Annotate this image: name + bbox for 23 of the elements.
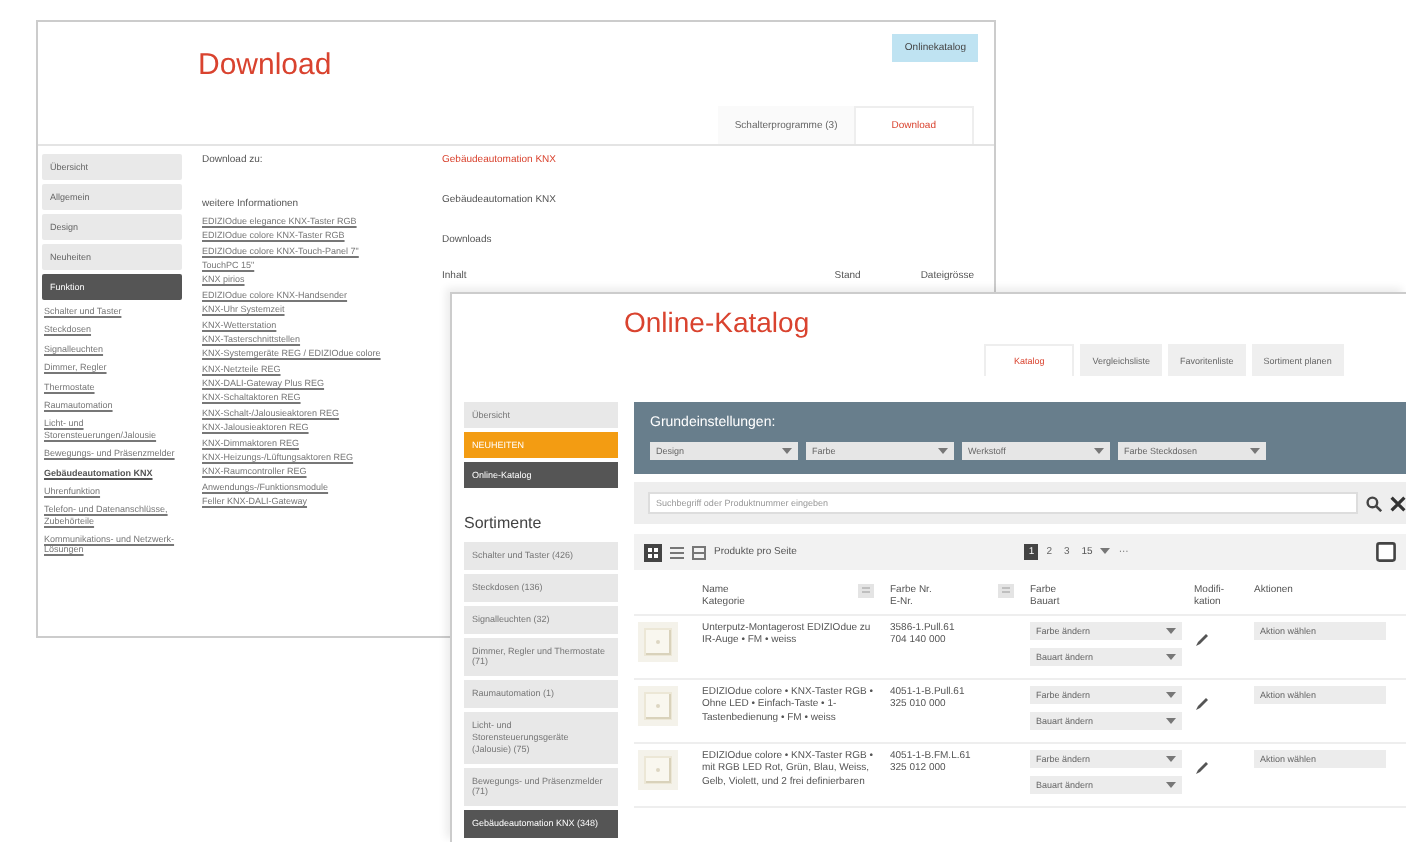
compare-icon[interactable] [1376,542,1396,562]
close-icon[interactable] [1390,495,1406,511]
list-view-icon[interactable] [670,545,684,559]
pencil-icon[interactable] [1194,760,1210,776]
caret-icon [1166,755,1176,763]
assortments-heading: Sortimente [464,514,544,532]
search-icon[interactable] [1366,495,1382,511]
table-view-icon[interactable] [692,545,706,559]
caret-icon [1100,548,1111,556]
page-title: Download [198,48,332,82]
caret-icon [1166,691,1176,699]
caret-icon [1166,781,1176,789]
pencil-icon[interactable] [1194,632,1210,648]
caret-icon [1094,447,1104,455]
caret-icon [782,447,792,455]
page-title: Online-Katalog [624,306,810,338]
caret-icon [1166,627,1176,635]
caret-icon [1250,447,1260,455]
caret-icon [938,447,948,455]
caret-icon [1166,717,1176,725]
caret-icon [1166,653,1176,661]
pencil-icon[interactable] [1194,696,1210,712]
grid-view-icon[interactable] [644,543,662,561]
